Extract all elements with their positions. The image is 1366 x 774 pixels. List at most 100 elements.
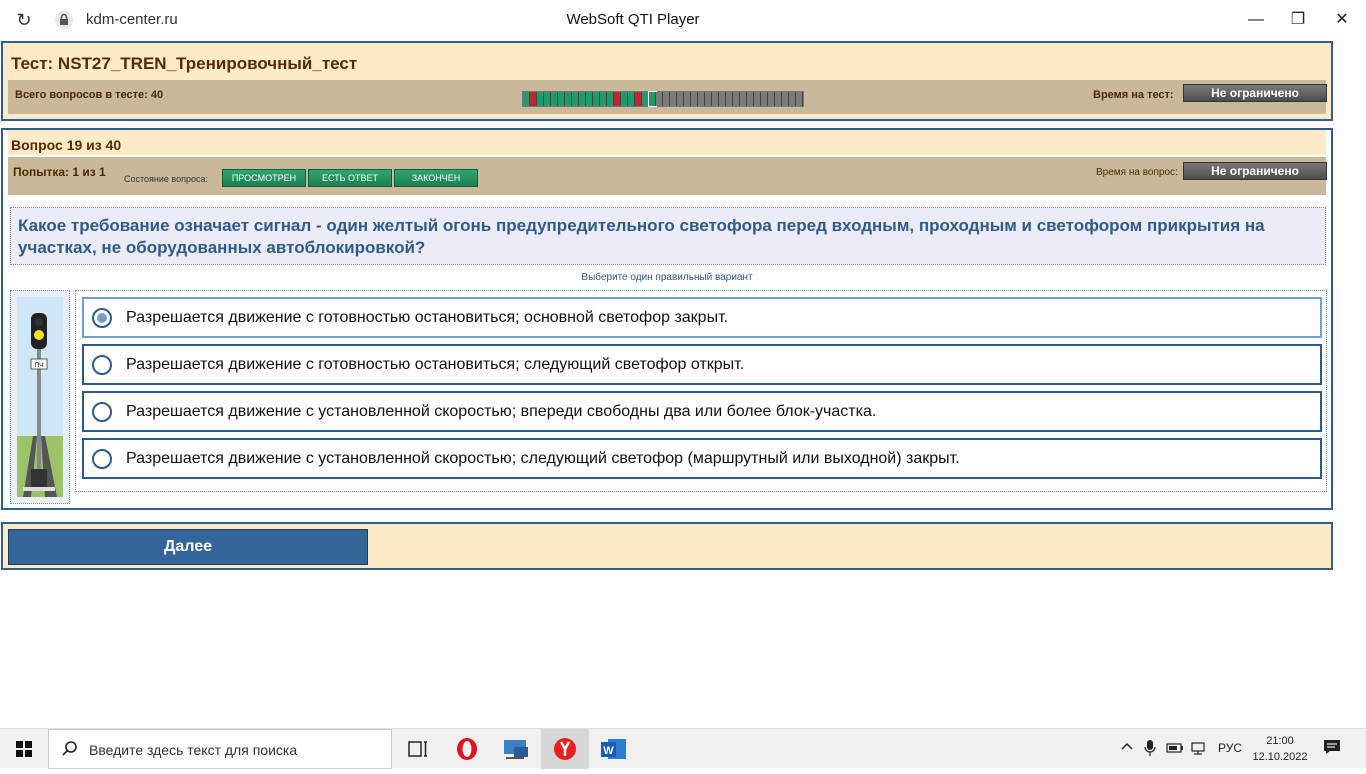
microphone-icon[interactable] bbox=[1144, 739, 1156, 760]
opera-icon[interactable] bbox=[443, 729, 491, 769]
progress-cell[interactable] bbox=[523, 92, 530, 106]
test-info-bar: Всего вопросов в тесте: 40 Время на тест… bbox=[8, 80, 1327, 114]
test-title: Тест: NST27_TREN_Тренировочный_тест bbox=[11, 54, 358, 73]
language-indicator[interactable]: РУС bbox=[1218, 741, 1242, 755]
progress-cell[interactable] bbox=[789, 92, 796, 106]
question-info-bar: Попытка: 1 из 1 Состояние вопроса: ПРОСМ… bbox=[8, 157, 1327, 195]
network-icon[interactable] bbox=[1190, 740, 1206, 759]
attempt-label: Попытка: 1 из 1 bbox=[13, 165, 106, 179]
answer-text: Разрешается движение с установленной ско… bbox=[126, 403, 877, 420]
volume-icon[interactable] bbox=[1214, 741, 1215, 755]
word-icon[interactable]: W bbox=[590, 729, 638, 769]
progress-cell[interactable] bbox=[775, 92, 782, 106]
state-badge-finished: ЗАКОНЧЕН bbox=[394, 169, 478, 187]
progress-cell[interactable] bbox=[642, 92, 649, 106]
progress-cell[interactable] bbox=[754, 92, 761, 106]
progress-cell[interactable] bbox=[740, 92, 747, 106]
progress-cell[interactable] bbox=[648, 91, 657, 107]
remote-desktop-icon[interactable] bbox=[492, 729, 540, 769]
restore-button[interactable]: ❐ bbox=[1278, 6, 1318, 34]
total-questions-label: Всего вопросов в тесте: 40 bbox=[15, 89, 164, 101]
progress-cell[interactable] bbox=[726, 92, 733, 106]
question-number: Вопрос 19 из 40 bbox=[11, 137, 122, 153]
browser-titlebar: ↻ kdm-center.ru WebSoft QTI Player — ❐ ✕ bbox=[0, 0, 1366, 40]
progress-cell[interactable] bbox=[530, 92, 537, 106]
answer-radio[interactable] bbox=[92, 449, 112, 469]
question-progress-bar bbox=[522, 91, 804, 107]
clock-time: 21:00 bbox=[1266, 735, 1294, 747]
answer-text: Разрешается движение с готовностью остан… bbox=[126, 309, 729, 326]
progress-cell[interactable] bbox=[663, 92, 670, 106]
progress-cell[interactable] bbox=[684, 92, 691, 106]
question-text-box: Какое требование означает сигнал - один … bbox=[10, 207, 1326, 265]
question-state-label: Состояние вопроса: bbox=[124, 174, 208, 184]
close-button[interactable]: ✕ bbox=[1322, 6, 1362, 34]
progress-cell[interactable] bbox=[593, 92, 600, 106]
progress-cell[interactable] bbox=[621, 92, 628, 106]
state-badge-answered: ЕСТЬ ОТВЕТ bbox=[308, 169, 392, 187]
navigation-panel: Далее bbox=[1, 522, 1333, 570]
progress-cell[interactable] bbox=[614, 92, 621, 106]
progress-cell[interactable] bbox=[747, 92, 754, 106]
question-panel: Вопрос 19 из 40 Попытка: 1 из 1 Состояни… bbox=[1, 128, 1333, 510]
test-time-value: Не ограничено bbox=[1183, 84, 1327, 102]
progress-cell[interactable] bbox=[607, 92, 614, 106]
answer-radio[interactable] bbox=[92, 355, 112, 375]
answer-option[interactable]: Разрешается движение с готовностью остан… bbox=[82, 344, 1322, 385]
progress-cell[interactable] bbox=[719, 92, 726, 106]
progress-cell[interactable] bbox=[677, 92, 684, 106]
windows-taskbar: Введите здесь текст для поиска W РУС 21:… bbox=[0, 728, 1366, 769]
progress-cell[interactable] bbox=[768, 92, 775, 106]
progress-cell[interactable] bbox=[600, 92, 607, 106]
test-time-label: Время на тест: bbox=[1093, 89, 1174, 101]
taskbar-search[interactable]: Введите здесь текст для поиска bbox=[48, 729, 392, 769]
answer-option[interactable]: Разрешается движение с установленной ско… bbox=[82, 438, 1322, 479]
answer-text: Разрешается движение с установленной ско… bbox=[126, 450, 960, 467]
progress-cell[interactable] bbox=[733, 92, 740, 106]
progress-cell[interactable] bbox=[670, 92, 677, 106]
signal-image: ПЧ bbox=[10, 290, 70, 504]
taskbar-clock[interactable]: 21:00 12.10.2022 bbox=[1252, 733, 1308, 765]
window-title: WebSoft QTI Player bbox=[566, 11, 700, 28]
progress-cell[interactable] bbox=[705, 92, 712, 106]
question-time-label: Время на вопрос: bbox=[1096, 167, 1178, 178]
progress-cell[interactable] bbox=[551, 92, 558, 106]
progress-cell[interactable] bbox=[628, 92, 635, 106]
progress-cell[interactable] bbox=[544, 92, 551, 106]
progress-cell[interactable] bbox=[537, 92, 544, 106]
clock-date: 12.10.2022 bbox=[1252, 751, 1308, 763]
answer-radio[interactable] bbox=[92, 402, 112, 422]
yandex-browser-icon[interactable] bbox=[541, 729, 589, 769]
battery-icon[interactable] bbox=[1166, 741, 1184, 758]
answer-radio[interactable] bbox=[92, 308, 112, 328]
next-button[interactable]: Далее bbox=[8, 529, 368, 565]
progress-cell[interactable] bbox=[558, 92, 565, 106]
answer-text: Разрешается движение с готовностью остан… bbox=[126, 356, 745, 373]
progress-cell[interactable] bbox=[796, 92, 803, 106]
progress-cell[interactable] bbox=[698, 92, 705, 106]
state-badge-viewed: ПРОСМОТРЕН bbox=[222, 169, 306, 187]
progress-cell[interactable] bbox=[656, 92, 663, 106]
progress-cell[interactable] bbox=[586, 92, 593, 106]
answer-option[interactable]: Разрешается движение с готовностью остан… bbox=[82, 297, 1322, 338]
progress-cell[interactable] bbox=[572, 92, 579, 106]
answer-option[interactable]: Разрешается движение с установленной ско… bbox=[82, 391, 1322, 432]
task-view-icon[interactable] bbox=[394, 729, 442, 769]
progress-cell[interactable] bbox=[761, 92, 768, 106]
progress-cell[interactable] bbox=[579, 92, 586, 106]
sign-plate-label: ПЧ bbox=[35, 363, 43, 369]
minimize-button[interactable]: — bbox=[1236, 6, 1276, 34]
question-header: Вопрос 19 из 40 bbox=[8, 130, 1326, 155]
progress-cell[interactable] bbox=[565, 92, 572, 106]
test-header-panel: Тест: NST27_TREN_Тренировочный_тест Всег… bbox=[1, 41, 1333, 121]
progress-cell[interactable] bbox=[782, 92, 789, 106]
answer-hint: Выберите один правильный вариант bbox=[581, 272, 753, 283]
progress-cell[interactable] bbox=[635, 92, 642, 106]
notification-icon[interactable] bbox=[1322, 737, 1342, 757]
windows-start-icon[interactable] bbox=[0, 729, 48, 769]
search-icon bbox=[61, 740, 79, 758]
progress-cell[interactable] bbox=[712, 92, 719, 106]
search-placeholder: Введите здесь текст для поиска bbox=[89, 742, 298, 758]
chevron-up-icon[interactable] bbox=[1120, 739, 1134, 756]
progress-cell[interactable] bbox=[691, 92, 698, 106]
